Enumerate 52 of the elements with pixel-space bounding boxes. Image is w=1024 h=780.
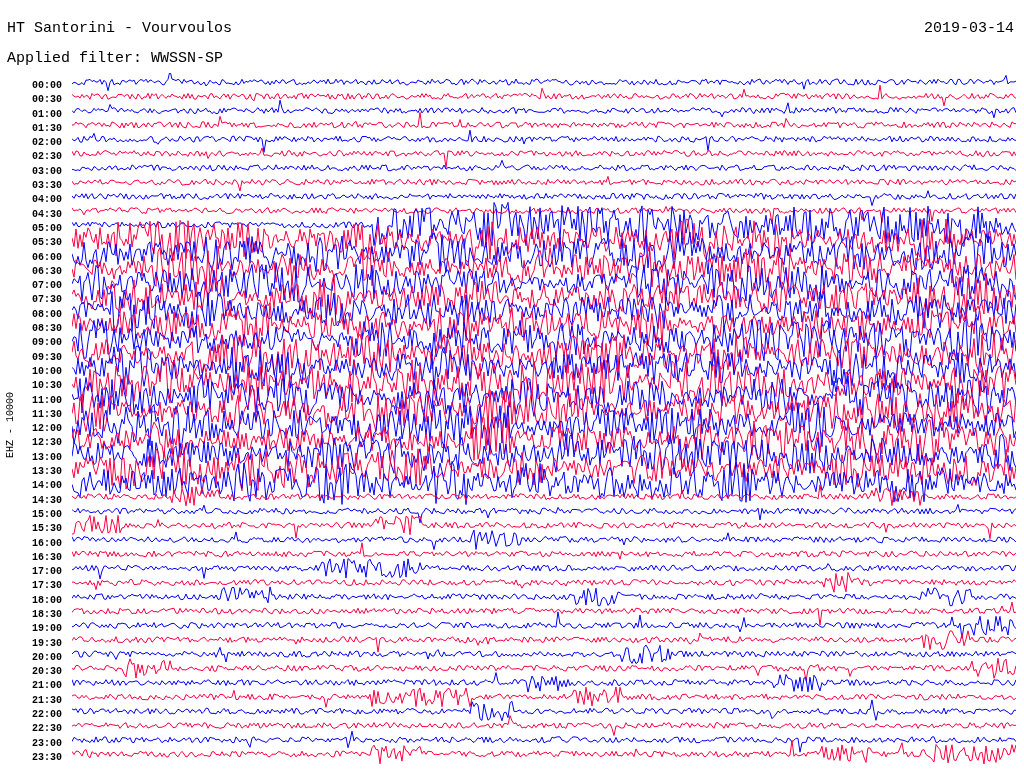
filter-label: Applied filter: WWSSN-SP [6,49,225,69]
time-label: 04:30 [32,207,62,222]
time-label: 20:00 [32,650,62,665]
time-label: 18:00 [32,593,62,608]
time-label: 14:30 [32,493,62,508]
time-label: 09:30 [32,350,62,365]
time-label: 08:30 [32,322,62,337]
time-label: 03:00 [32,164,62,179]
time-label: 22:00 [32,708,62,723]
time-label: 07:30 [32,293,62,308]
time-label: 10:00 [32,364,62,379]
time-label: 05:00 [32,221,62,236]
station-title: HT Santorini - Vourvoulos [7,20,233,39]
time-label: 17:30 [32,579,62,594]
time-label: 15:00 [32,507,62,522]
time-label: 10:30 [32,379,62,394]
time-label: 11:00 [32,393,62,408]
time-label: 06:00 [32,250,62,265]
time-label: 11:30 [32,407,62,422]
time-label: 02:00 [32,136,62,151]
time-label: 04:00 [32,193,62,208]
time-label: 21:00 [32,679,62,694]
time-label: 16:00 [32,536,62,551]
date-label: 2019-03-14 [924,20,1014,39]
time-label: 22:30 [32,722,62,737]
time-label: 23:00 [32,736,62,751]
time-label: 00:00 [32,79,62,93]
time-label: 01:00 [32,107,62,122]
time-label: 06:30 [32,264,62,279]
time-label: 17:00 [32,565,62,580]
time-label: 00:30 [32,93,62,108]
time-label: 18:30 [32,608,62,622]
time-label: 14:00 [32,479,62,494]
time-label: 12:00 [32,422,62,437]
channel-axis-label: EHZ - 10000 [4,392,16,459]
time-label: 03:30 [32,179,62,194]
time-label: 07:00 [32,279,62,294]
time-label: 12:30 [32,436,62,451]
time-label: 20:30 [32,665,62,680]
time-label: 15:30 [32,522,62,537]
time-label: 13:30 [32,465,62,479]
time-label: 23:30 [32,750,62,765]
time-label: 08:00 [32,307,62,322]
time-label: 01:30 [32,121,62,136]
time-label: 19:30 [32,636,62,651]
time-label: 02:30 [32,150,62,165]
time-label: 13:00 [32,450,62,465]
time-label: 09:00 [32,336,62,351]
time-label: 16:30 [32,550,62,565]
time-label: 05:30 [32,236,62,251]
time-label: 21:30 [32,693,62,708]
time-label: 19:00 [32,622,62,637]
